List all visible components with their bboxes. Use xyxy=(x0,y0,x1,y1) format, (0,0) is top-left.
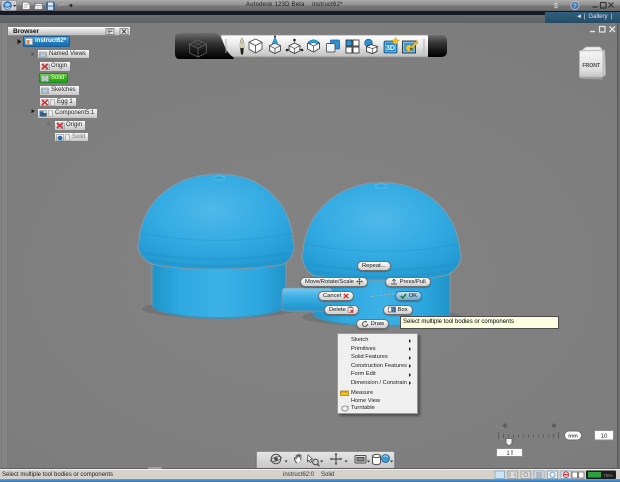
svg-text:75%: 75% xyxy=(604,473,613,478)
svg-text:FRONT: FRONT xyxy=(582,62,601,68)
svg-text:mm: mm xyxy=(568,434,578,440)
svg-text:?: ? xyxy=(573,3,577,10)
svg-text:3D: 3D xyxy=(386,44,395,51)
svg-text:10: 10 xyxy=(601,434,608,440)
svg-text:$: $ xyxy=(554,3,558,10)
